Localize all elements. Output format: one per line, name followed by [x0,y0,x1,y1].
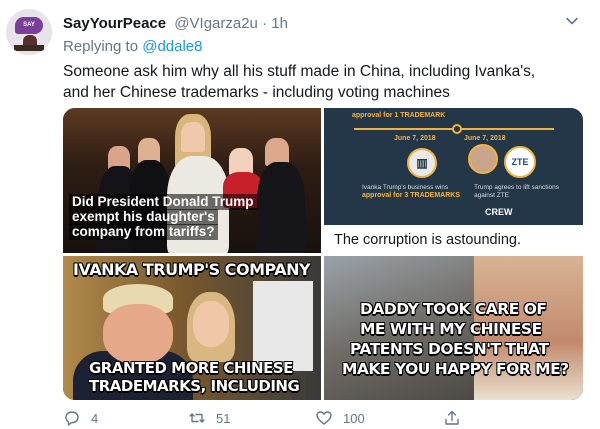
share-button[interactable] [443,408,461,428]
avatar[interactable]: SAY YOUR [6,9,52,55]
like-count: 100 [343,410,365,426]
infographic: approval for 1 TRADEMARK June 7, 2018 Ju… [324,108,583,225]
retweet-icon [189,413,205,423]
separator-dot: · [262,15,268,32]
replying-prefix: Replying to [63,38,139,55]
meme-text: PATENTS DOESN'T THAT [350,340,549,358]
avatar-desk [14,45,44,51]
zte-logo: ZTE [504,146,536,178]
flag-shape [253,281,313,371]
replying-to-link[interactable]: @ddale8 [142,38,202,55]
like-button[interactable]: 100 [315,408,365,428]
retweet-count: 51 [216,410,231,426]
meme-bottom-text: GRANTED MORE CHINESE [89,359,293,377]
media-image-2[interactable]: approval for 1 TRADEMARK June 7, 2018 Ju… [324,108,583,253]
user-handle[interactable]: @VIgarza2u [174,15,258,32]
media-image-3[interactable]: IVANKA TRUMP'S COMPANY GRANTED MORE CHIN… [63,256,321,400]
person-body [257,162,305,253]
media-image-1[interactable]: Did President Donald Trump exempt his da… [63,108,321,253]
media-grid: Did President Donald Trump exempt his da… [63,108,583,400]
trump-portrait [468,144,498,174]
media-image-4[interactable]: DADDY TOOK CARE OF ME WITH MY CHINESE PA… [324,256,583,400]
right-caption: against ZTE [474,192,510,199]
tweet-text-line: and her Chinese trademarks - including v… [63,84,450,101]
reply-button[interactable]: 4 [63,408,98,428]
reply-count: 4 [91,410,99,426]
image1-caption: exempt his daughter's [69,209,218,225]
person-head [103,304,173,364]
crew-brand: CREW [485,207,513,217]
tweet[interactable]: SAY YOUR SayYourPeace @VIgarza2u · 1h Re… [0,0,600,429]
reply-icon [65,411,79,426]
retweet-button[interactable]: 51 [188,408,230,428]
image1-caption: Did President Donald Trump [69,194,257,210]
left-caption-bold: approval for 3 TRADEMARKS [362,192,461,199]
image1-caption: company from tariffs? [69,224,218,240]
timestamp[interactable]: 1h [271,15,288,32]
display-name[interactable]: SayYourPeace [63,15,166,32]
tweet-header: SayYourPeace @VIgarza2u · 1h [63,15,288,32]
meme-bottom-text: TRADEMARKS, INCLUDING [89,377,300,395]
replying-to: Replying to @ddale8 [63,38,203,55]
infographic-top-text: approval for 1 TRADEMARK [352,112,446,119]
avatar-badge: SAY YOUR [15,17,43,45]
tweet-text-line: Someone ask him why all his stuff made i… [63,63,536,80]
share-icon [445,410,459,425]
meme-top-text: IVANKA TRUMP'S COMPANY [73,260,311,279]
person-head [193,301,229,347]
heart-icon [316,411,332,425]
meme-text: DADDY TOOK CARE OF [360,300,547,318]
chevron-down-icon[interactable] [565,14,579,28]
date-right: June 7, 2018 [464,135,506,142]
person-head [181,122,205,152]
timeline-node [452,124,462,134]
right-caption: Trump agrees to lift sanctions [474,184,560,191]
left-caption: Ivanka Trump's business wins [362,184,449,191]
trademark-logo: ▥ [407,148,437,178]
tweet-text: Someone ask him why all his stuff made i… [63,61,593,103]
meme-text: ME WITH MY CHINESE [360,320,542,338]
date-left: June 7, 2018 [394,135,436,142]
meme-text: MAKE YOU HAPPY FOR ME? [342,360,569,378]
image2-caption: The corruption is astounding. [334,232,521,248]
